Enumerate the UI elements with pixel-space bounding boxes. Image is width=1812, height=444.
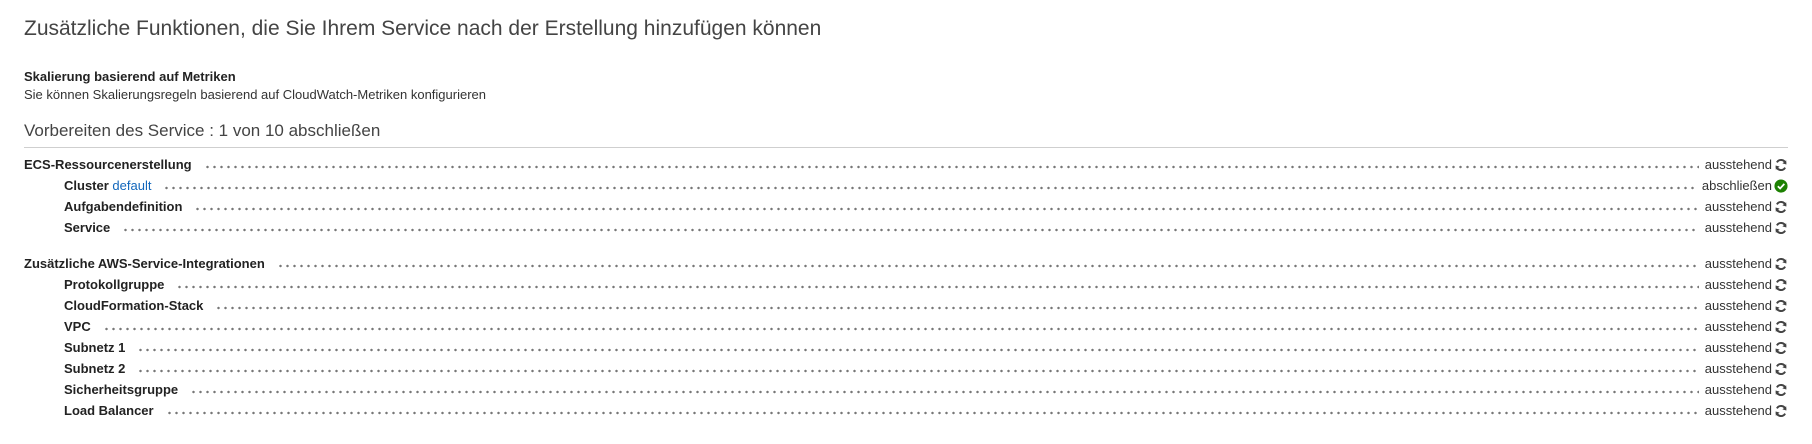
step-row: Cluster default abschließen xyxy=(24,175,1788,196)
status-text: ausstehend xyxy=(1704,220,1772,235)
step-label-text: Subnetz 2 xyxy=(64,361,126,376)
step-label-text: Subnetz 1 xyxy=(64,340,126,355)
feature-scaling: Skalierung basierend auf Metriken Sie kö… xyxy=(24,68,1788,104)
status: ausstehend xyxy=(1705,382,1788,397)
step-label: ECS-Ressourcenerstellung xyxy=(24,157,198,172)
steps-list: ECS-Ressourcenerstellung ausstehend Cluste… xyxy=(24,154,1788,421)
dotted-leader xyxy=(190,389,1699,394)
refresh-icon xyxy=(1774,299,1788,313)
status-text: ausstehend xyxy=(1704,382,1772,397)
page-title: Zusätzliche Funktionen, die Sie Ihrem Se… xyxy=(24,17,822,40)
cluster-link[interactable]: default xyxy=(112,178,151,193)
status: ausstehend xyxy=(1705,319,1788,334)
step-label-text: ECS-Ressourcenerstellung xyxy=(24,157,192,172)
step-label-text: VPC xyxy=(64,319,91,334)
status-text: abschließen xyxy=(1701,178,1772,193)
step-row: Aufgabendefinition ausstehend xyxy=(24,196,1788,217)
step-row: Load Balancer ausstehend xyxy=(24,400,1788,421)
dotted-leader xyxy=(203,164,1699,169)
step-label: Cluster default xyxy=(24,178,157,193)
step-row: Subnetz 2 ausstehend xyxy=(24,358,1788,379)
dotted-leader xyxy=(165,410,1699,415)
step-row: VPC ausstehend xyxy=(24,316,1788,337)
dotted-leader xyxy=(137,347,1699,352)
status-text: ausstehend xyxy=(1704,157,1772,172)
refresh-icon xyxy=(1774,341,1788,355)
progress-title: Vorbereiten des Service : 1 von 10 absch… xyxy=(24,118,1788,148)
refresh-icon xyxy=(1774,257,1788,271)
step-group-row: ECS-Ressourcenerstellung ausstehend xyxy=(24,154,1788,175)
step-label-text: CloudFormation-Stack xyxy=(64,298,204,313)
step-label: Protokollgruppe xyxy=(24,277,170,292)
dotted-leader xyxy=(137,368,1699,373)
step-label: Subnetz 1 xyxy=(24,340,131,355)
status: ausstehend xyxy=(1705,340,1788,355)
status: ausstehend xyxy=(1705,157,1788,172)
step-label-text: Protokollgruppe xyxy=(64,277,165,292)
step-label: VPC xyxy=(24,319,97,334)
refresh-icon xyxy=(1774,320,1788,334)
step-label: Zusätzliche AWS-Service-Integrationen xyxy=(24,256,271,271)
page: Zusätzliche Funktionen, die Sie Ihrem Se… xyxy=(0,0,1812,421)
status: ausstehend xyxy=(1705,277,1788,292)
status-text: ausstehend xyxy=(1704,340,1772,355)
status-text: ausstehend xyxy=(1704,256,1772,271)
refresh-icon xyxy=(1774,278,1788,292)
status-text: ausstehend xyxy=(1704,403,1772,418)
step-label: Load Balancer xyxy=(24,403,160,418)
refresh-icon xyxy=(1774,200,1788,214)
status: ausstehend xyxy=(1705,298,1788,313)
feature-description: Sie können Skalierungsregeln basierend a… xyxy=(24,87,487,102)
status-text: ausstehend xyxy=(1704,319,1772,334)
status: ausstehend xyxy=(1705,199,1788,214)
dotted-leader xyxy=(122,227,1699,232)
status-text: ausstehend xyxy=(1704,199,1772,214)
refresh-icon xyxy=(1774,221,1788,235)
step-label-text: Aufgabendefinition xyxy=(64,199,183,214)
status-text: ausstehend xyxy=(1704,298,1772,313)
step-label: Service xyxy=(24,220,116,235)
step-row: Service ausstehend xyxy=(24,217,1788,238)
refresh-icon xyxy=(1774,158,1788,172)
step-row: Sicherheitsgruppe ausstehend xyxy=(24,379,1788,400)
dotted-leader xyxy=(102,326,1699,331)
step-label: Aufgabendefinition xyxy=(24,199,188,214)
status: ausstehend xyxy=(1705,361,1788,376)
step-label-text: Load Balancer xyxy=(64,403,154,418)
check-circle-icon xyxy=(1774,178,1788,193)
status: abschließen xyxy=(1702,178,1788,193)
refresh-icon xyxy=(1774,404,1788,418)
refresh-icon xyxy=(1774,362,1788,376)
step-label-text: Cluster xyxy=(64,178,109,193)
step-row: Protokollgruppe ausstehend xyxy=(24,274,1788,295)
status-text: ausstehend xyxy=(1704,277,1772,292)
step-label-text: Service xyxy=(64,220,111,235)
status-text: ausstehend xyxy=(1704,361,1772,376)
feature-title: Skalierung basierend auf Metriken xyxy=(24,69,236,84)
status: ausstehend xyxy=(1705,220,1788,235)
dotted-leader xyxy=(163,185,1696,190)
dotted-leader xyxy=(215,305,1699,310)
dotted-leader xyxy=(276,263,1699,268)
status: ausstehend xyxy=(1705,256,1788,271)
status: ausstehend xyxy=(1705,403,1788,418)
dotted-leader xyxy=(176,284,1699,289)
refresh-icon xyxy=(1774,383,1788,397)
dotted-leader xyxy=(194,206,1699,211)
step-label-text: Zusätzliche AWS-Service-Integrationen xyxy=(24,256,265,271)
step-label: CloudFormation-Stack xyxy=(24,298,209,313)
step-label-text: Sicherheitsgruppe xyxy=(64,382,179,397)
step-row: Subnetz 1 ausstehend xyxy=(24,337,1788,358)
step-row: CloudFormation-Stack ausstehend xyxy=(24,295,1788,316)
step-group-row: Zusätzliche AWS-Service-Integrationen aus… xyxy=(24,253,1788,274)
step-label: Subnetz 2 xyxy=(24,361,131,376)
step-label: Sicherheitsgruppe xyxy=(24,382,184,397)
